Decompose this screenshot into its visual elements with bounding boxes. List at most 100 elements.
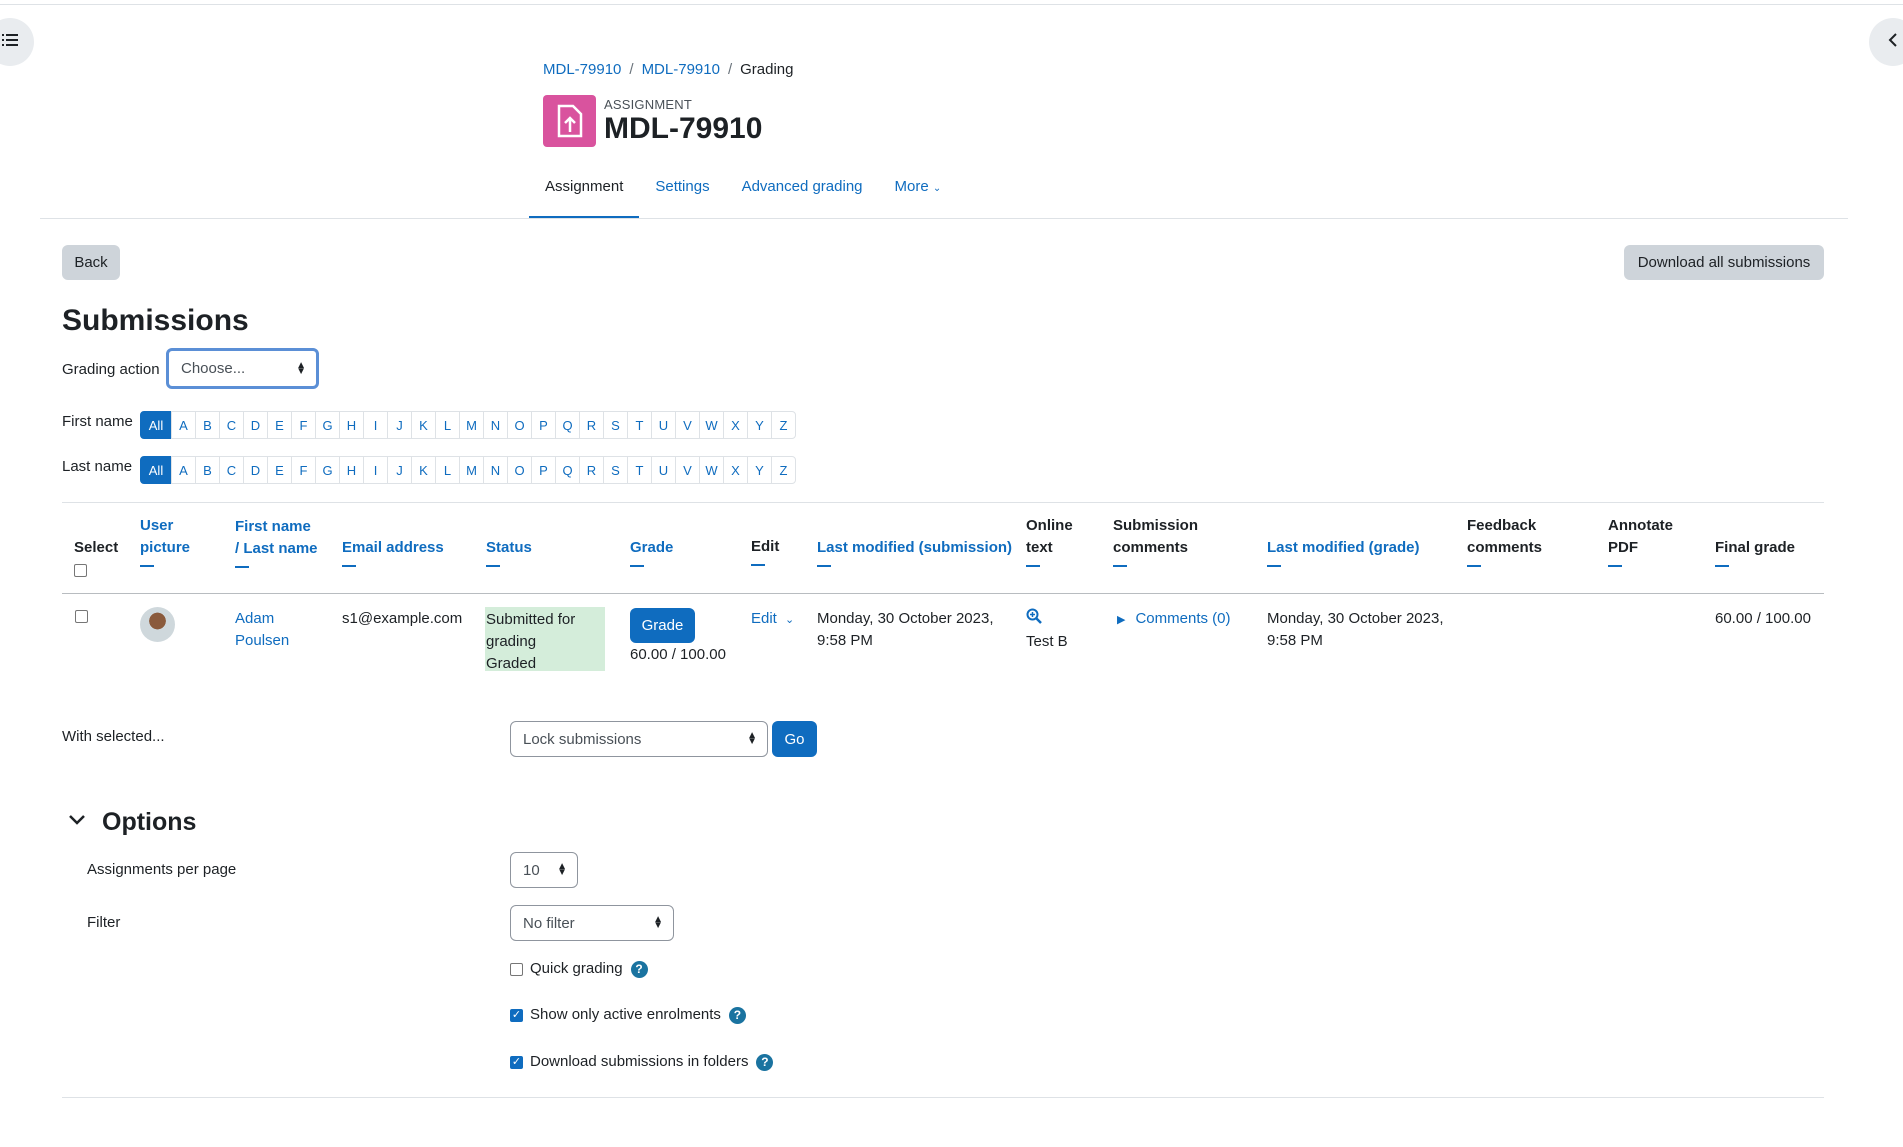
header-first-name[interactable]: First name xyxy=(235,518,311,535)
last-initial-all[interactable]: All xyxy=(140,456,172,484)
breadcrumb-assignment[interactable]: MDL-79910 xyxy=(642,61,720,78)
help-icon[interactable]: ? xyxy=(630,960,648,978)
first-initial-p[interactable]: P xyxy=(531,411,556,439)
select-all-checkbox[interactable] xyxy=(74,564,87,577)
header-last-modified-submission[interactable]: Last modified (submission) xyxy=(817,537,1012,567)
header-grade[interactable]: Grade xyxy=(630,537,673,567)
quick-grading-label: Quick grading xyxy=(530,960,623,977)
first-initial-e[interactable]: E xyxy=(267,411,292,439)
sort-dash-icon xyxy=(1026,565,1040,567)
first-initial-h[interactable]: H xyxy=(339,411,364,439)
last-initial-n[interactable]: N xyxy=(483,456,508,484)
bulk-action-select[interactable]: Lock submissions ▲ ▼ xyxy=(510,721,768,757)
row-last-modified-submission: Monday, 30 October 2023, 9:58 PM xyxy=(817,608,994,652)
chevron-down-icon: ⌄ xyxy=(785,614,795,626)
first-initial-r[interactable]: R xyxy=(579,411,604,439)
first-initial-z[interactable]: Z xyxy=(771,411,796,439)
first-initial-i[interactable]: I xyxy=(363,411,388,439)
first-initial-d[interactable]: D xyxy=(243,411,268,439)
row-comments-toggle[interactable]: ▶ Comments (0) xyxy=(1117,608,1231,631)
first-initial-a[interactable]: A xyxy=(171,411,196,439)
per-page-select[interactable]: 10 ▲ ▼ xyxy=(510,852,578,888)
first-initial-f[interactable]: F xyxy=(291,411,316,439)
last-initial-i[interactable]: I xyxy=(363,456,388,484)
last-name-initials-bar: All A B C D E F G H I J K L M N O P Q R S T U V W X Y Z xyxy=(140,456,796,484)
status-line1: Submitted for xyxy=(486,611,576,628)
filter-select[interactable]: No filter ▲ ▼ xyxy=(510,905,674,941)
first-initial-n[interactable]: N xyxy=(483,411,508,439)
last-initial-u[interactable]: U xyxy=(651,456,676,484)
course-index-toggle[interactable] xyxy=(0,18,34,66)
go-button[interactable]: Go xyxy=(772,721,817,757)
last-initial-s[interactable]: S xyxy=(603,456,628,484)
header-last-modified-grade[interactable]: Last modified (grade) xyxy=(1267,537,1420,567)
last-initial-b[interactable]: B xyxy=(195,456,220,484)
last-initial-g[interactable]: G xyxy=(315,456,340,484)
last-initial-k[interactable]: K xyxy=(411,456,436,484)
quick-grading-checkbox[interactable] xyxy=(510,963,523,976)
row-user-name[interactable]: Adam Poulsen xyxy=(235,608,289,652)
first-initial-t[interactable]: T xyxy=(627,411,652,439)
first-initial-v[interactable]: V xyxy=(675,411,700,439)
last-initial-l[interactable]: L xyxy=(435,456,460,484)
last-initial-d[interactable]: D xyxy=(243,456,268,484)
help-icon[interactable]: ? xyxy=(728,1006,746,1024)
back-button[interactable]: Back xyxy=(62,245,120,280)
last-initial-f[interactable]: F xyxy=(291,456,316,484)
row-first-name: Adam xyxy=(235,610,275,627)
last-initial-x[interactable]: X xyxy=(723,456,748,484)
first-initial-c[interactable]: C xyxy=(219,411,244,439)
zoom-in-icon[interactable] xyxy=(1026,608,1042,628)
last-initial-t[interactable]: T xyxy=(627,456,652,484)
last-initial-z[interactable]: Z xyxy=(771,456,796,484)
first-initial-w[interactable]: W xyxy=(699,411,724,439)
last-initial-h[interactable]: H xyxy=(339,456,364,484)
first-name-initials-bar: All A B C D E F G H I J K L M N O P Q R S T U V W X Y Z xyxy=(140,411,796,439)
download-in-folders-checkbox[interactable]: ✓ xyxy=(510,1056,523,1069)
first-initial-q[interactable]: Q xyxy=(555,411,580,439)
tab-more[interactable]: More ⌄ xyxy=(879,169,958,219)
avatar[interactable] xyxy=(140,607,175,642)
row-select-checkbox[interactable] xyxy=(75,610,88,623)
first-initial-k[interactable]: K xyxy=(411,411,436,439)
last-initial-w[interactable]: W xyxy=(699,456,724,484)
first-initial-g[interactable]: G xyxy=(315,411,340,439)
last-initial-c[interactable]: C xyxy=(219,456,244,484)
grade-button[interactable]: Grade xyxy=(630,608,695,643)
row-edit-menu[interactable]: Edit ⌄ xyxy=(751,608,794,631)
grading-action-select[interactable]: Choose... ▲ ▼ xyxy=(166,348,319,389)
tab-advanced-grading[interactable]: Advanced grading xyxy=(726,169,879,219)
last-initial-m[interactable]: M xyxy=(459,456,484,484)
first-initial-o[interactable]: O xyxy=(507,411,532,439)
block-drawer-toggle[interactable] xyxy=(1869,18,1903,66)
last-initial-a[interactable]: A xyxy=(171,456,196,484)
header-user-picture[interactable]: User picture xyxy=(140,515,190,567)
header-status[interactable]: Status xyxy=(486,537,532,567)
first-initial-all[interactable]: All xyxy=(140,411,172,439)
first-initial-m[interactable]: M xyxy=(459,411,484,439)
header-email[interactable]: Email address xyxy=(342,537,444,567)
first-initial-s[interactable]: S xyxy=(603,411,628,439)
tab-settings[interactable]: Settings xyxy=(639,169,725,219)
header-last-name[interactable]: / Last name xyxy=(235,540,318,557)
first-initial-y[interactable]: Y xyxy=(747,411,772,439)
breadcrumb-course[interactable]: MDL-79910 xyxy=(543,61,621,78)
last-initial-v[interactable]: V xyxy=(675,456,700,484)
last-initial-j[interactable]: J xyxy=(387,456,412,484)
last-initial-o[interactable]: O xyxy=(507,456,532,484)
download-all-submissions-button[interactable]: Download all submissions xyxy=(1624,245,1824,280)
last-initial-q[interactable]: Q xyxy=(555,456,580,484)
options-collapse-toggle[interactable] xyxy=(68,813,86,830)
last-initial-e[interactable]: E xyxy=(267,456,292,484)
last-initial-r[interactable]: R xyxy=(579,456,604,484)
first-initial-u[interactable]: U xyxy=(651,411,676,439)
first-initial-b[interactable]: B xyxy=(195,411,220,439)
last-initial-y[interactable]: Y xyxy=(747,456,772,484)
first-initial-l[interactable]: L xyxy=(435,411,460,439)
help-icon[interactable]: ? xyxy=(756,1053,774,1071)
show-active-enrolments-checkbox[interactable]: ✓ xyxy=(510,1009,523,1022)
first-initial-j[interactable]: J xyxy=(387,411,412,439)
first-initial-x[interactable]: X xyxy=(723,411,748,439)
tab-assignment[interactable]: Assignment xyxy=(529,169,640,219)
last-initial-p[interactable]: P xyxy=(531,456,556,484)
